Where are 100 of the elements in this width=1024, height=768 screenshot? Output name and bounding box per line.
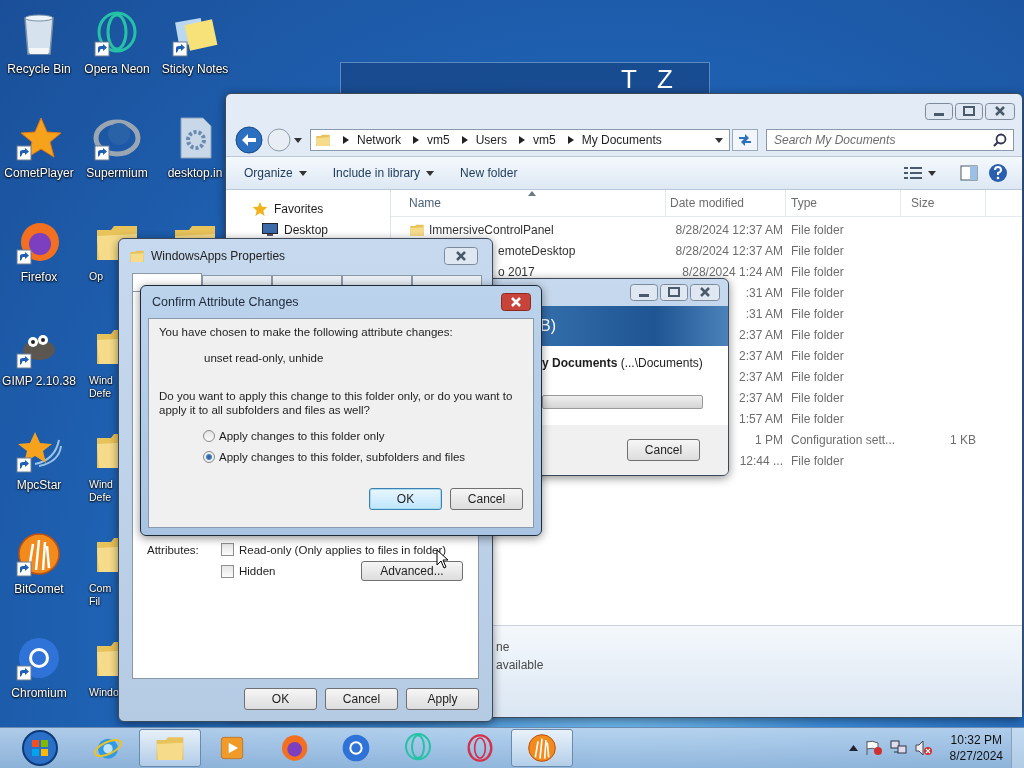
icon-label[interactable]: Wind Defe (89, 374, 117, 400)
back-button[interactable] (234, 125, 264, 155)
table-cell: 8/28/2024 1:24 AM (682, 264, 783, 279)
search-icon[interactable] (993, 133, 1007, 147)
nav-item[interactable]: Favorites (274, 201, 324, 216)
table-cell: File folder (791, 306, 844, 321)
table-cell: 1 PM (755, 432, 783, 447)
chevron-icon[interactable] (567, 136, 574, 144)
chevron-icon[interactable] (461, 136, 468, 144)
toolbar-button[interactable]: Include in library (324, 162, 443, 184)
column-header[interactable]: Size (901, 190, 986, 216)
file-name[interactable]: o 2017 (498, 264, 535, 279)
icon-label[interactable]: GIMP 2.10.38 (2, 374, 76, 388)
caret-icon[interactable] (298, 170, 307, 176)
icon-label[interactable]: Opera Neon (84, 62, 150, 76)
breadcrumb[interactable]: Network (357, 133, 401, 147)
icon-label[interactable]: Supermium (86, 166, 148, 180)
taskbar-button[interactable] (139, 729, 201, 767)
field-label: Attributes: (147, 543, 200, 556)
toolbar-button[interactable]: New folder (452, 162, 526, 184)
breadcrumb[interactable]: Users (475, 133, 508, 147)
preview-pane-icon[interactable] (960, 165, 978, 181)
file-name[interactable]: emoteDesktop (498, 243, 576, 258)
minimize-button[interactable] (925, 103, 953, 120)
caret-icon[interactable] (426, 170, 435, 176)
flag-icon[interactable] (864, 740, 883, 756)
window-letter: Z (656, 64, 673, 94)
close-button[interactable] (690, 284, 720, 301)
table-cell: 1 KB (950, 432, 976, 447)
table-cell: File folder (791, 222, 844, 237)
dialog-button[interactable]: Apply (406, 688, 479, 710)
nav-item[interactable]: Desktop (284, 222, 329, 237)
close-button[interactable] (501, 293, 531, 311)
icon-label[interactable]: CometPlayer (4, 166, 74, 180)
flame-ball-icon[interactable] (15, 530, 63, 578)
search-field[interactable]: Search My Documents (766, 129, 1014, 151)
dialog-text: You have chosen to make the following attribute changes: (159, 325, 454, 339)
table-cell: 1:57 AM (738, 411, 783, 426)
show-hidden-icons-button[interactable] (848, 745, 858, 751)
taskbar-button[interactable] (511, 729, 573, 767)
close-button[interactable] (985, 103, 1015, 120)
icon-label[interactable]: Wind Defe (89, 478, 117, 504)
minimize-button[interactable] (630, 284, 658, 301)
close-button[interactable] (444, 247, 478, 265)
dialog-button[interactable]: OK (369, 488, 442, 510)
view-options-icon[interactable] (904, 166, 922, 180)
icon-label[interactable]: Sticky Notes (161, 62, 229, 76)
checkbox-label[interactable]: Hidden (239, 565, 276, 577)
network-icon[interactable] (889, 740, 908, 756)
dialog-button[interactable]: Cancel (325, 688, 398, 710)
icon-label[interactable]: desktop.in (167, 166, 223, 180)
column-header[interactable]: Date modified (666, 190, 786, 216)
window-title: WindowsApps Properties (151, 249, 286, 263)
breadcrumb[interactable]: vm5 (427, 133, 450, 147)
caret-icon[interactable] (715, 137, 723, 143)
checkbox-label[interactable]: Read-only (Only applies to files in folder) (239, 543, 447, 556)
speaker-muted-icon[interactable] (914, 740, 933, 756)
cancel-button[interactable]: Cancel (627, 439, 700, 461)
chevron-icon[interactable] (413, 136, 419, 144)
icon-label[interactable]: MpcStar (16, 478, 62, 492)
refresh-button[interactable] (732, 129, 758, 151)
clock-time[interactable]: 10:32 PM (949, 732, 1003, 748)
icon-label[interactable]: BitComet (14, 582, 64, 596)
icon-label[interactable]: Firefox (20, 270, 58, 284)
table-cell: 2:37 AM (738, 390, 783, 405)
radio-label[interactable]: Apply changes to this folder only (219, 430, 385, 442)
address-bar[interactable]: Network vm5 Users vm5 My Documents (310, 129, 730, 151)
start-button[interactable] (20, 728, 60, 768)
advanced-button[interactable]: Advanced... (361, 561, 463, 581)
chevron-icon[interactable] (519, 136, 526, 144)
checkbox[interactable] (221, 564, 234, 578)
chevron-icon[interactable] (343, 136, 349, 144)
maximize-button[interactable] (660, 284, 688, 301)
checkbox[interactable] (221, 543, 234, 556)
file-name[interactable]: ImmersiveControlPanel (429, 222, 554, 237)
table-cell: File folder (791, 369, 844, 384)
column-header[interactable]: Name (391, 190, 666, 216)
help-icon[interactable] (988, 163, 1008, 183)
table-cell: File folder (791, 264, 844, 279)
toolbar-button[interactable]: Organize (236, 162, 315, 184)
caret-icon[interactable] (928, 170, 936, 176)
maximize-button[interactable] (955, 103, 983, 120)
radio-label[interactable]: Apply changes to this folder, subfolders and files (219, 451, 466, 463)
radio-button[interactable] (203, 451, 215, 463)
breadcrumb[interactable]: My Documents (581, 133, 662, 147)
caret-icon[interactable] (294, 137, 302, 143)
radio-button[interactable] (203, 430, 215, 442)
details-text: available (496, 657, 545, 674)
icon-label[interactable]: Windo (89, 686, 117, 699)
dialog-button[interactable]: Cancel (450, 488, 523, 510)
icon-label[interactable]: Recycle Bin (7, 62, 71, 76)
clock-date[interactable]: 8/27/2024 (949, 748, 1003, 764)
details-text: ne (496, 639, 511, 656)
icon-label[interactable]: Op (89, 270, 117, 283)
icon-label[interactable]: Com Fil (89, 582, 117, 608)
star-icon (252, 200, 268, 217)
dialog-button[interactable]: OK (244, 688, 317, 710)
icon-label[interactable]: Chromium (11, 686, 67, 700)
breadcrumb[interactable]: vm5 (533, 133, 556, 147)
column-header[interactable]: Type (786, 190, 901, 216)
